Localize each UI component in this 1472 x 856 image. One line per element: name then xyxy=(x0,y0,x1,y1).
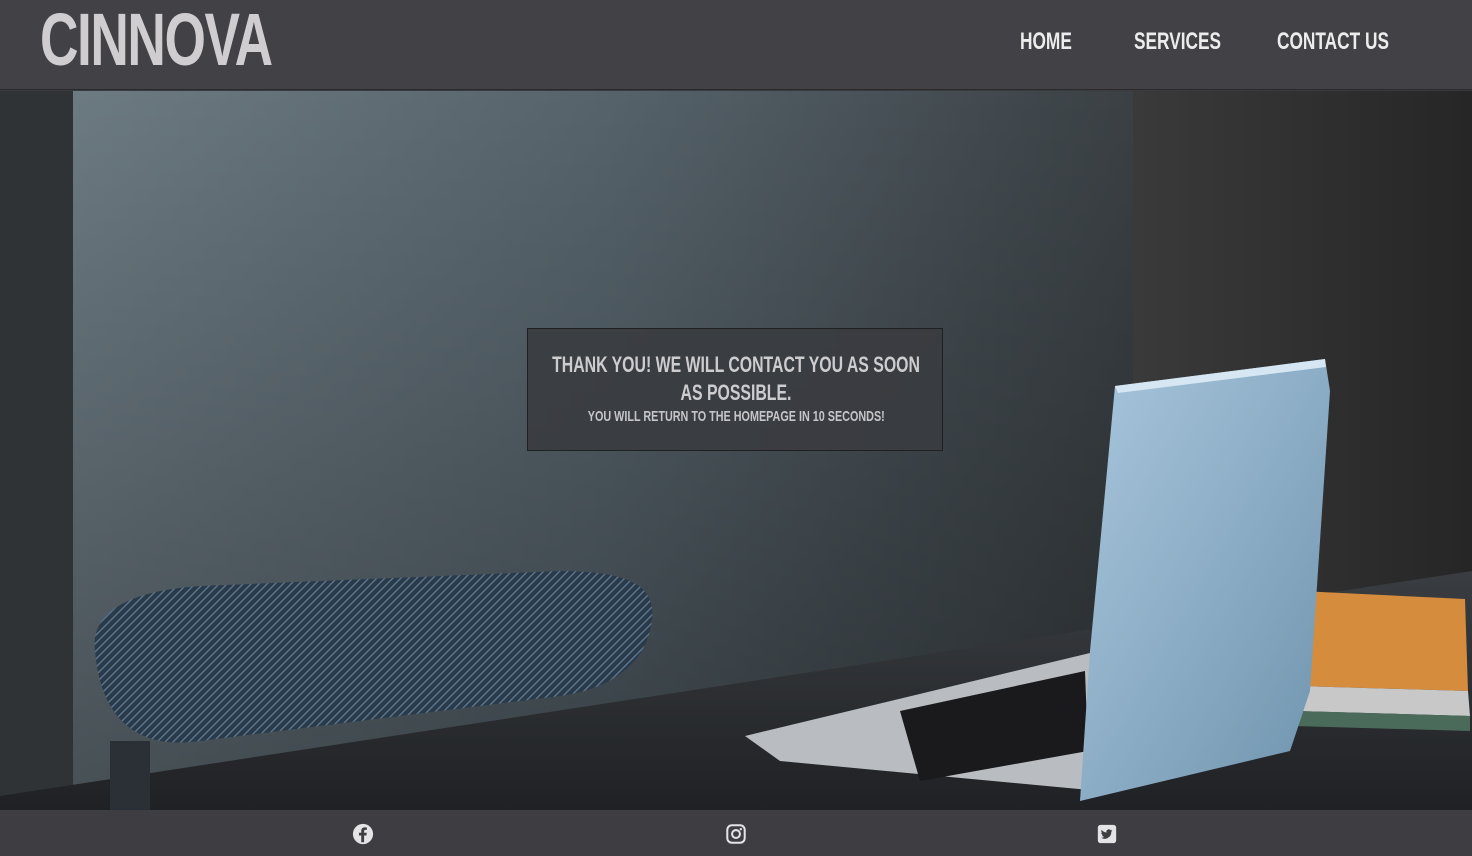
facebook-icon[interactable] xyxy=(352,823,374,845)
site-footer xyxy=(0,810,1472,856)
logo[interactable]: CINNOVA xyxy=(40,0,273,82)
hero-background-image: THANK YOU! WE WILL CONTACT YOU AS SOON A… xyxy=(0,91,1472,810)
nav-services[interactable]: SERVICES xyxy=(1134,28,1221,56)
twitter-icon[interactable] xyxy=(1096,823,1118,845)
confirmation-message-box: THANK YOU! WE WILL CONTACT YOU AS SOON A… xyxy=(527,328,943,451)
redirect-notice: YOU WILL RETURN TO THE HOMEPAGE IN 10 SE… xyxy=(587,408,885,425)
confirmation-title: THANK YOU! WE WILL CONTACT YOU AS SOON A… xyxy=(552,352,920,405)
site-header: CINNOVA HOME SERVICES CONTACT US xyxy=(0,0,1472,90)
nav-contact-us[interactable]: CONTACT US xyxy=(1277,28,1389,56)
nav-home[interactable]: HOME xyxy=(1020,28,1072,56)
instagram-icon[interactable] xyxy=(725,823,747,845)
